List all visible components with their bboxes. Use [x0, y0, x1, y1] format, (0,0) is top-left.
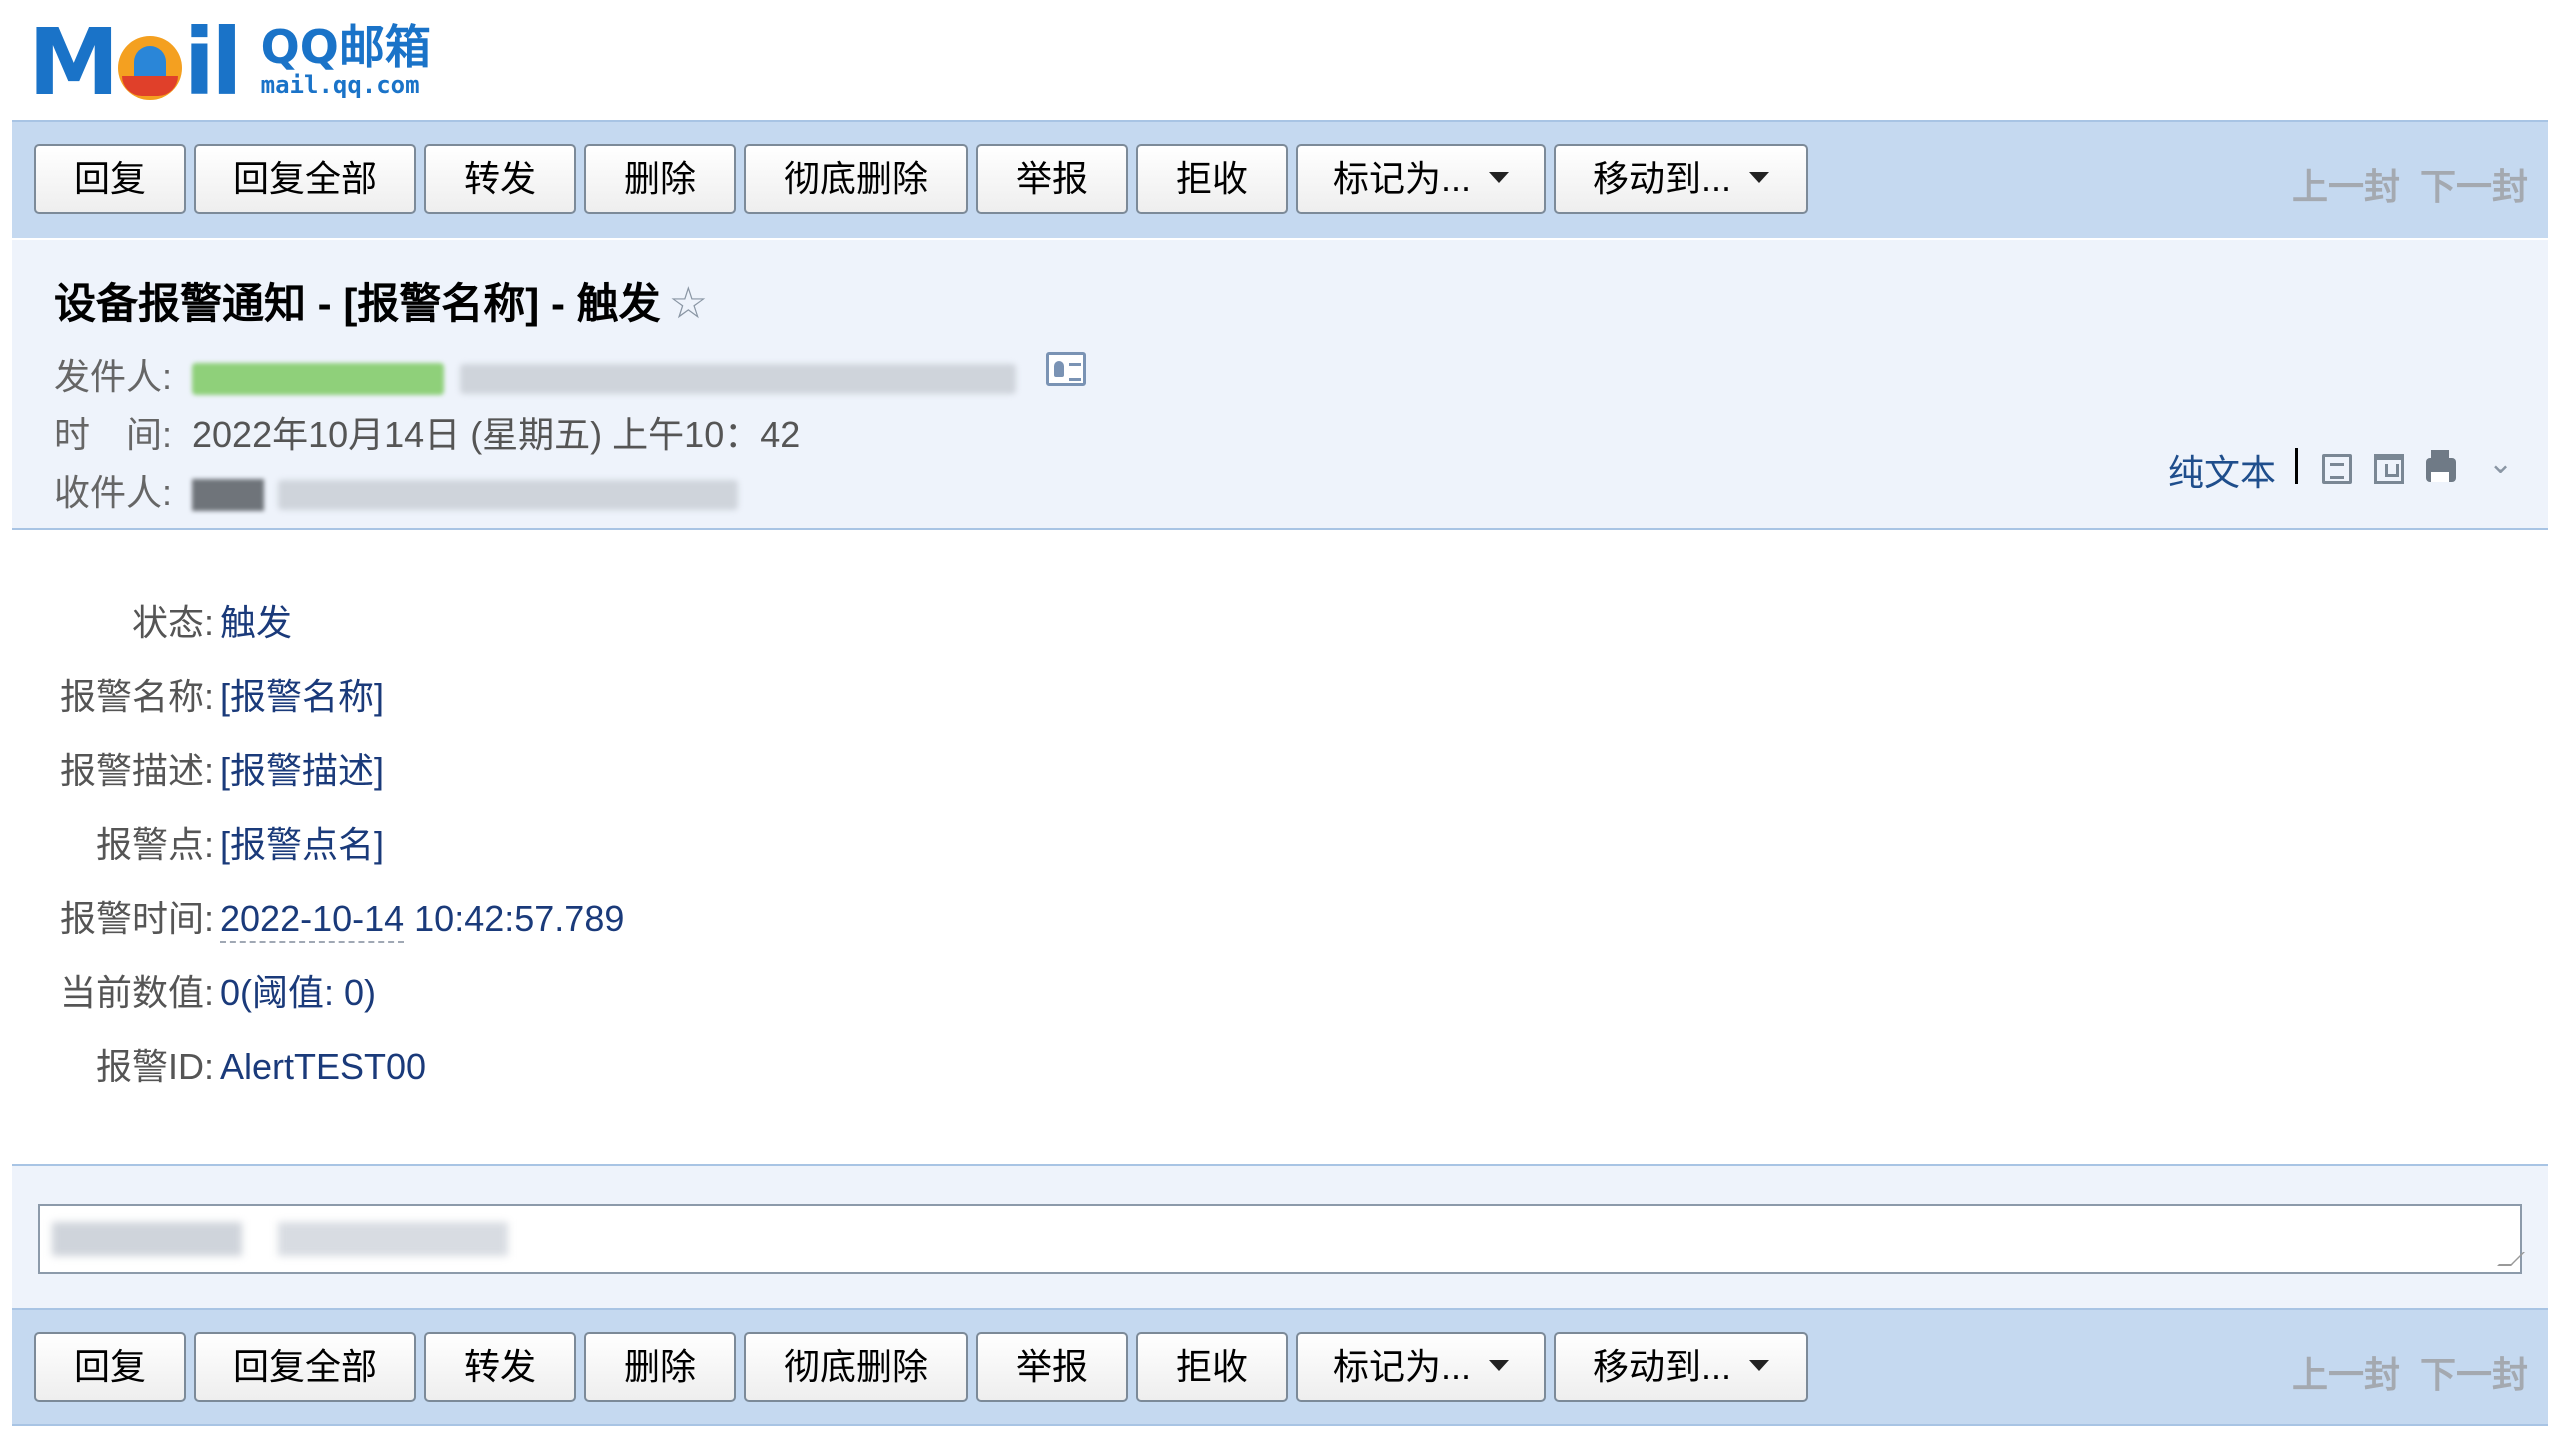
recipient-row: 收件人:	[54, 464, 739, 516]
field-label: 当前数值:	[59, 972, 214, 1013]
field-label: 状态:	[131, 602, 214, 643]
quick-reply-placeholder-redacted	[52, 1222, 508, 1256]
delete-button[interactable]: 删除	[584, 144, 736, 214]
subject-text: 设备报警通知 - [报警名称] - 触发	[54, 280, 661, 327]
message-nav: 上一封 下一封	[2272, 158, 2528, 210]
recipient-name-redacted[interactable]	[192, 479, 265, 512]
next-message-link[interactable]: 下一封	[2420, 1354, 2528, 1395]
reject-button[interactable]: 拒收	[1136, 1332, 1288, 1402]
quick-reply-area	[12, 1164, 2548, 1308]
mark-as-dropdown[interactable]: 标记为...	[1296, 1332, 1546, 1402]
field-value: 触发	[220, 602, 293, 643]
reply-all-button[interactable]: 回复全部	[194, 144, 416, 214]
field-alarm-point: 报警点: [报警点名]	[40, 816, 384, 868]
move-to-label: 移动到...	[1592, 1346, 1731, 1387]
field-status: 状态: 触发	[40, 594, 292, 646]
calendar-date-link[interactable]: 2022-10-14	[220, 898, 405, 943]
move-to-dropdown[interactable]: 移动到...	[1554, 1332, 1808, 1402]
chevron-down-icon	[1489, 171, 1509, 183]
time-value: 2022年10月14日 (星期五) 上午10：42	[192, 414, 801, 455]
bottom-toolbar: 回复 回复全部 转发 删除 彻底删除 举报 拒收 标记为... 移动到... 上…	[12, 1308, 2548, 1426]
move-to-label: 移动到...	[1592, 158, 1731, 199]
field-alarm-description: 报警描述: [报警描述]	[40, 742, 384, 794]
logo-domain: mail.qq.com	[260, 71, 420, 99]
mark-as-label: 标记为...	[1332, 1346, 1471, 1387]
field-label: 报警时间:	[59, 898, 214, 939]
reply-all-button[interactable]: 回复全部	[194, 1332, 416, 1402]
logo-wordmark: Mil	[28, 9, 243, 116]
chevron-down-icon	[1749, 171, 1769, 183]
divider	[2295, 448, 2298, 484]
delete-forever-button[interactable]: 彻底删除	[744, 144, 968, 214]
delete-button[interactable]: 删除	[584, 1332, 736, 1402]
forward-button[interactable]: 转发	[424, 1332, 576, 1402]
print-icon[interactable]	[2426, 450, 2456, 482]
reply-button[interactable]: 回复	[34, 144, 186, 214]
chevron-down-icon	[1489, 1359, 1509, 1371]
field-label: 报警描述:	[59, 750, 214, 791]
mark-as-label: 标记为...	[1332, 158, 1471, 199]
plain-text-link[interactable]: 纯文本	[2168, 444, 2276, 496]
field-value: AlertTEST00	[220, 1046, 427, 1087]
field-value: [报警名称]	[220, 676, 385, 717]
report-button[interactable]: 举报	[976, 1332, 1128, 1402]
time-label: 时 间:	[54, 414, 173, 455]
field-label: 报警名称:	[59, 676, 214, 717]
prev-message-link[interactable]: 上一封	[2292, 166, 2400, 207]
move-to-dropdown[interactable]: 移动到...	[1554, 144, 1808, 214]
sender-row: 发件人:	[54, 348, 1017, 400]
sender-name-redacted[interactable]	[192, 363, 445, 396]
field-current-value: 当前数值: 0(阈值: 0)	[40, 964, 376, 1016]
message-nav: 上一封 下一封	[2272, 1346, 2528, 1398]
report-button[interactable]: 举报	[976, 144, 1128, 214]
field-alarm-id: 报警ID: AlertTEST00	[40, 1038, 426, 1090]
star-icon[interactable]: ☆	[669, 279, 708, 328]
sender-label: 发件人:	[54, 356, 173, 397]
chevron-down-icon	[1749, 1359, 1769, 1371]
message-subject: 设备报警通知 - [报警名称] - 触发 ☆	[54, 270, 708, 331]
recipient-address-redacted	[278, 480, 739, 511]
message-header: 设备报警通知 - [报警名称] - 触发 ☆ 发件人: 时 间: 2022年10月1…	[12, 240, 2548, 530]
reject-button[interactable]: 拒收	[1136, 144, 1288, 214]
download-icon[interactable]	[2374, 454, 2404, 484]
recipient-label: 收件人:	[54, 472, 173, 513]
field-value: 0(阈值: 0)	[220, 972, 377, 1013]
qq-mail-logo[interactable]: Mil QQ邮箱 mail.qq.com	[28, 9, 431, 116]
mark-as-dropdown[interactable]: 标记为...	[1296, 144, 1546, 214]
next-message-link[interactable]: 下一封	[2420, 166, 2528, 207]
note-icon[interactable]	[2322, 454, 2352, 484]
field-value: 10:42:57.789	[404, 898, 625, 939]
logo-bell-icon	[117, 36, 182, 100]
time-row: 时 间: 2022年10月14日 (星期五) 上午10：42	[54, 406, 800, 458]
forward-button[interactable]: 转发	[424, 144, 576, 214]
logo-product-name: QQ邮箱	[260, 20, 431, 74]
add-contact-icon[interactable]	[1046, 352, 1086, 386]
field-alarm-time: 报警时间: 2022-10-14 10:42:57.789	[40, 890, 625, 943]
sender-address-redacted	[460, 364, 1017, 395]
field-alarm-name: 报警名称: [报警名称]	[40, 668, 384, 720]
delete-forever-button[interactable]: 彻底删除	[744, 1332, 968, 1402]
field-label: 报警点:	[95, 824, 214, 865]
field-value: [报警描述]	[220, 750, 385, 791]
reply-button[interactable]: 回复	[34, 1332, 186, 1402]
chevron-down-icon[interactable]: ⌄	[2488, 446, 2518, 481]
prev-message-link[interactable]: 上一封	[2292, 1354, 2400, 1395]
top-toolbar: 回复 回复全部 转发 删除 彻底删除 举报 拒收 标记为... 移动到... 上…	[12, 120, 2548, 238]
field-label: 报警ID:	[95, 1046, 214, 1087]
field-value: [报警点名]	[220, 824, 385, 865]
